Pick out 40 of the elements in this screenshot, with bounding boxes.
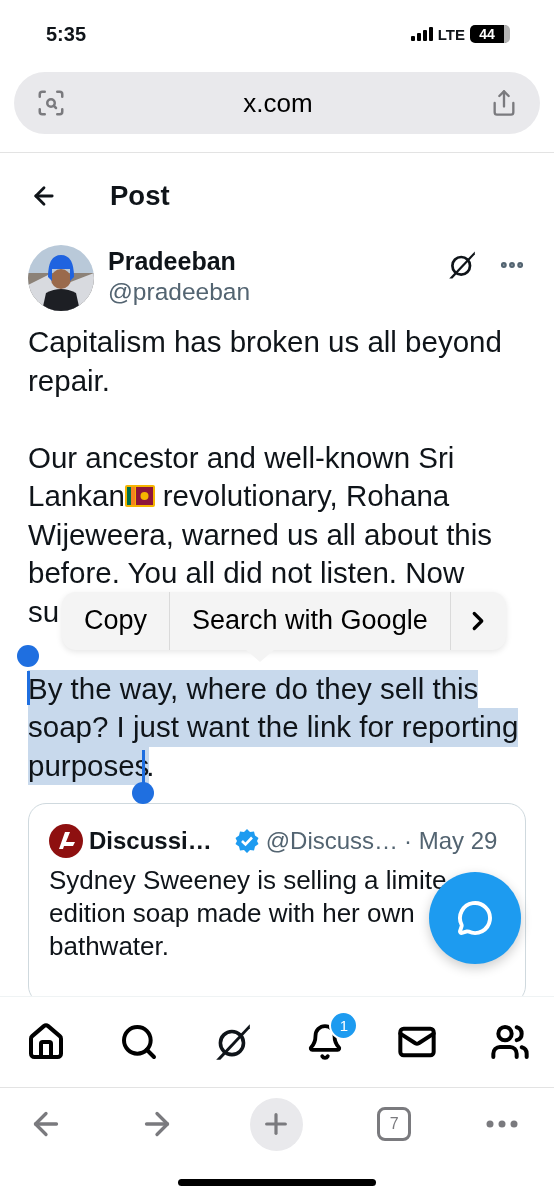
post-text: revolutionary, Rohana bbox=[162, 478, 450, 514]
network-label: LTE bbox=[437, 25, 465, 43]
signal-icon bbox=[410, 27, 433, 41]
status-time: 5:35 bbox=[46, 22, 87, 46]
post-text: repair. bbox=[28, 362, 110, 399]
post-text: su bbox=[28, 593, 60, 630]
author-handle[interactable]: @pradeeban bbox=[108, 278, 432, 306]
tabs-button[interactable]: 7 bbox=[377, 1107, 412, 1141]
quoted-text: edition soap made with her own bbox=[49, 897, 415, 930]
verified-icon bbox=[233, 828, 260, 854]
flag-icon bbox=[124, 485, 155, 508]
speech-bubble-icon bbox=[457, 900, 493, 936]
quoted-handle: @Discuss… bbox=[265, 827, 399, 855]
home-tab[interactable] bbox=[26, 1022, 66, 1062]
page-title: Post bbox=[110, 180, 170, 212]
url-text: x.com bbox=[243, 87, 313, 119]
selection-handle[interactable] bbox=[17, 644, 39, 667]
notification-badge: 1 bbox=[329, 1011, 359, 1040]
quoted-date: · May 29 bbox=[404, 827, 498, 855]
lens-icon[interactable] bbox=[36, 88, 66, 118]
menu-item[interactable]: Search with Google bbox=[170, 591, 451, 650]
quoted-text: Sydney Sweeney is selling a limite bbox=[49, 864, 447, 897]
post-text: Wijeweera, warned us all about this bbox=[28, 516, 493, 553]
address-bar[interactable]: x.com bbox=[14, 72, 540, 134]
post-text: By the way, where do they sell this bbox=[28, 669, 479, 708]
post-text: before. You all did not listen. Now bbox=[28, 555, 465, 591]
more-icon bbox=[486, 1120, 518, 1128]
communities-tab[interactable] bbox=[490, 1022, 530, 1062]
menu-item[interactable]: Copy bbox=[62, 591, 171, 650]
post-text: Our ancestor and well-known Sri bbox=[28, 439, 455, 476]
logo-icon bbox=[49, 824, 83, 858]
quoted-author-name: Discussi… bbox=[89, 827, 212, 855]
author-name[interactable]: Pradeeban bbox=[108, 247, 432, 276]
selection-handle[interactable] bbox=[132, 781, 155, 804]
menu-button[interactable] bbox=[486, 1120, 518, 1128]
post-text: Lankan bbox=[28, 478, 125, 514]
battery-indicator: 44 bbox=[470, 25, 510, 43]
post-text: soap? I just want the link for reporting bbox=[28, 708, 519, 747]
post-text: Capitalism has broken us all beyond bbox=[28, 324, 502, 360]
quoted-text: bathwater. bbox=[49, 930, 169, 963]
